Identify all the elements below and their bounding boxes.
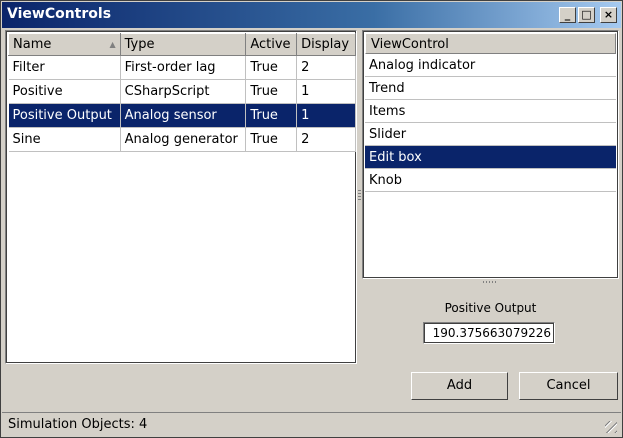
table-row[interactable]: Positive CSharpScript True 1 — [8, 79, 356, 104]
table-cell: 1 — [296, 79, 356, 104]
list-item[interactable]: Analog indicator — [365, 54, 616, 77]
resize-grip-icon[interactable] — [605, 421, 617, 433]
table-cell: Sine — [8, 127, 121, 152]
status-text: Simulation Objects: 4 — [8, 417, 148, 432]
splitter-grip-icon — [358, 190, 361, 200]
list-item[interactable]: Items — [365, 100, 616, 123]
column-header-display[interactable]: Display — [296, 33, 356, 56]
close-button[interactable]: × — [600, 7, 617, 23]
list-item[interactable]: Slider — [365, 123, 616, 146]
column-header-label: Name — [13, 37, 52, 52]
table-cell: 2 — [296, 55, 356, 80]
table-cell: True — [245, 55, 298, 80]
table-cell: True — [245, 103, 298, 128]
objects-table: Name ▲ Type Active Display Filter First-or… — [8, 33, 356, 152]
minimize-button[interactable]: _ — [559, 7, 576, 23]
preview-value-editbox[interactable]: 190.375663079226 — [423, 322, 555, 344]
table-cell: Positive — [8, 79, 121, 104]
sort-ascending-icon: ▲ — [109, 40, 116, 49]
add-button[interactable]: Add — [411, 372, 508, 400]
list-item[interactable]: Knob — [365, 169, 616, 192]
cancel-button[interactable]: Cancel — [519, 372, 618, 400]
table-cell: True — [245, 79, 298, 104]
table-row[interactable]: Filter First-order lag True 2 — [8, 55, 356, 80]
table-cell: True — [245, 127, 298, 152]
horizontal-splitter[interactable] — [363, 279, 619, 285]
table-cell: CSharpScript — [120, 79, 247, 104]
maximize-button[interactable]: □ — [578, 7, 595, 23]
splitter-grip-icon — [483, 281, 497, 283]
preview-caption: Positive Output — [444, 301, 537, 315]
status-bar: Simulation Objects: 4 — [2, 412, 621, 437]
column-header-active[interactable]: Active — [245, 33, 298, 56]
column-header-type[interactable]: Type — [119, 33, 247, 56]
table-cell: Filter — [8, 55, 121, 80]
window-title: ViewControls — [7, 6, 112, 22]
title-bar[interactable]: ViewControls _ □ × — [2, 2, 621, 28]
viewcontrol-list[interactable]: ViewControl Analog indicator Trend Items Sl… — [362, 30, 619, 279]
table-cell: 2 — [296, 127, 356, 152]
table-cell: Analog sensor — [120, 103, 247, 128]
table-cell: First-order lag — [120, 55, 247, 80]
table-cell: 1 — [296, 103, 356, 128]
column-header-name[interactable]: Name ▲ — [8, 33, 121, 56]
table-cell: Positive Output — [8, 103, 121, 128]
column-header-viewcontrol[interactable]: ViewControl — [365, 33, 616, 54]
list-item[interactable]: Edit box — [365, 146, 616, 169]
table-row[interactable]: Positive Output Analog sensor True 1 — [8, 103, 356, 128]
list-item[interactable]: Trend — [365, 77, 616, 100]
table-cell: Analog generator — [120, 127, 247, 152]
objects-grid[interactable]: Name ▲ Type Active Display Filter First-or… — [5, 30, 357, 364]
table-row[interactable]: Sine Analog generator True 2 — [8, 127, 356, 152]
viewcontrols-window: ViewControls _ □ × Name ▲ Type Active Dis… — [0, 0, 623, 438]
